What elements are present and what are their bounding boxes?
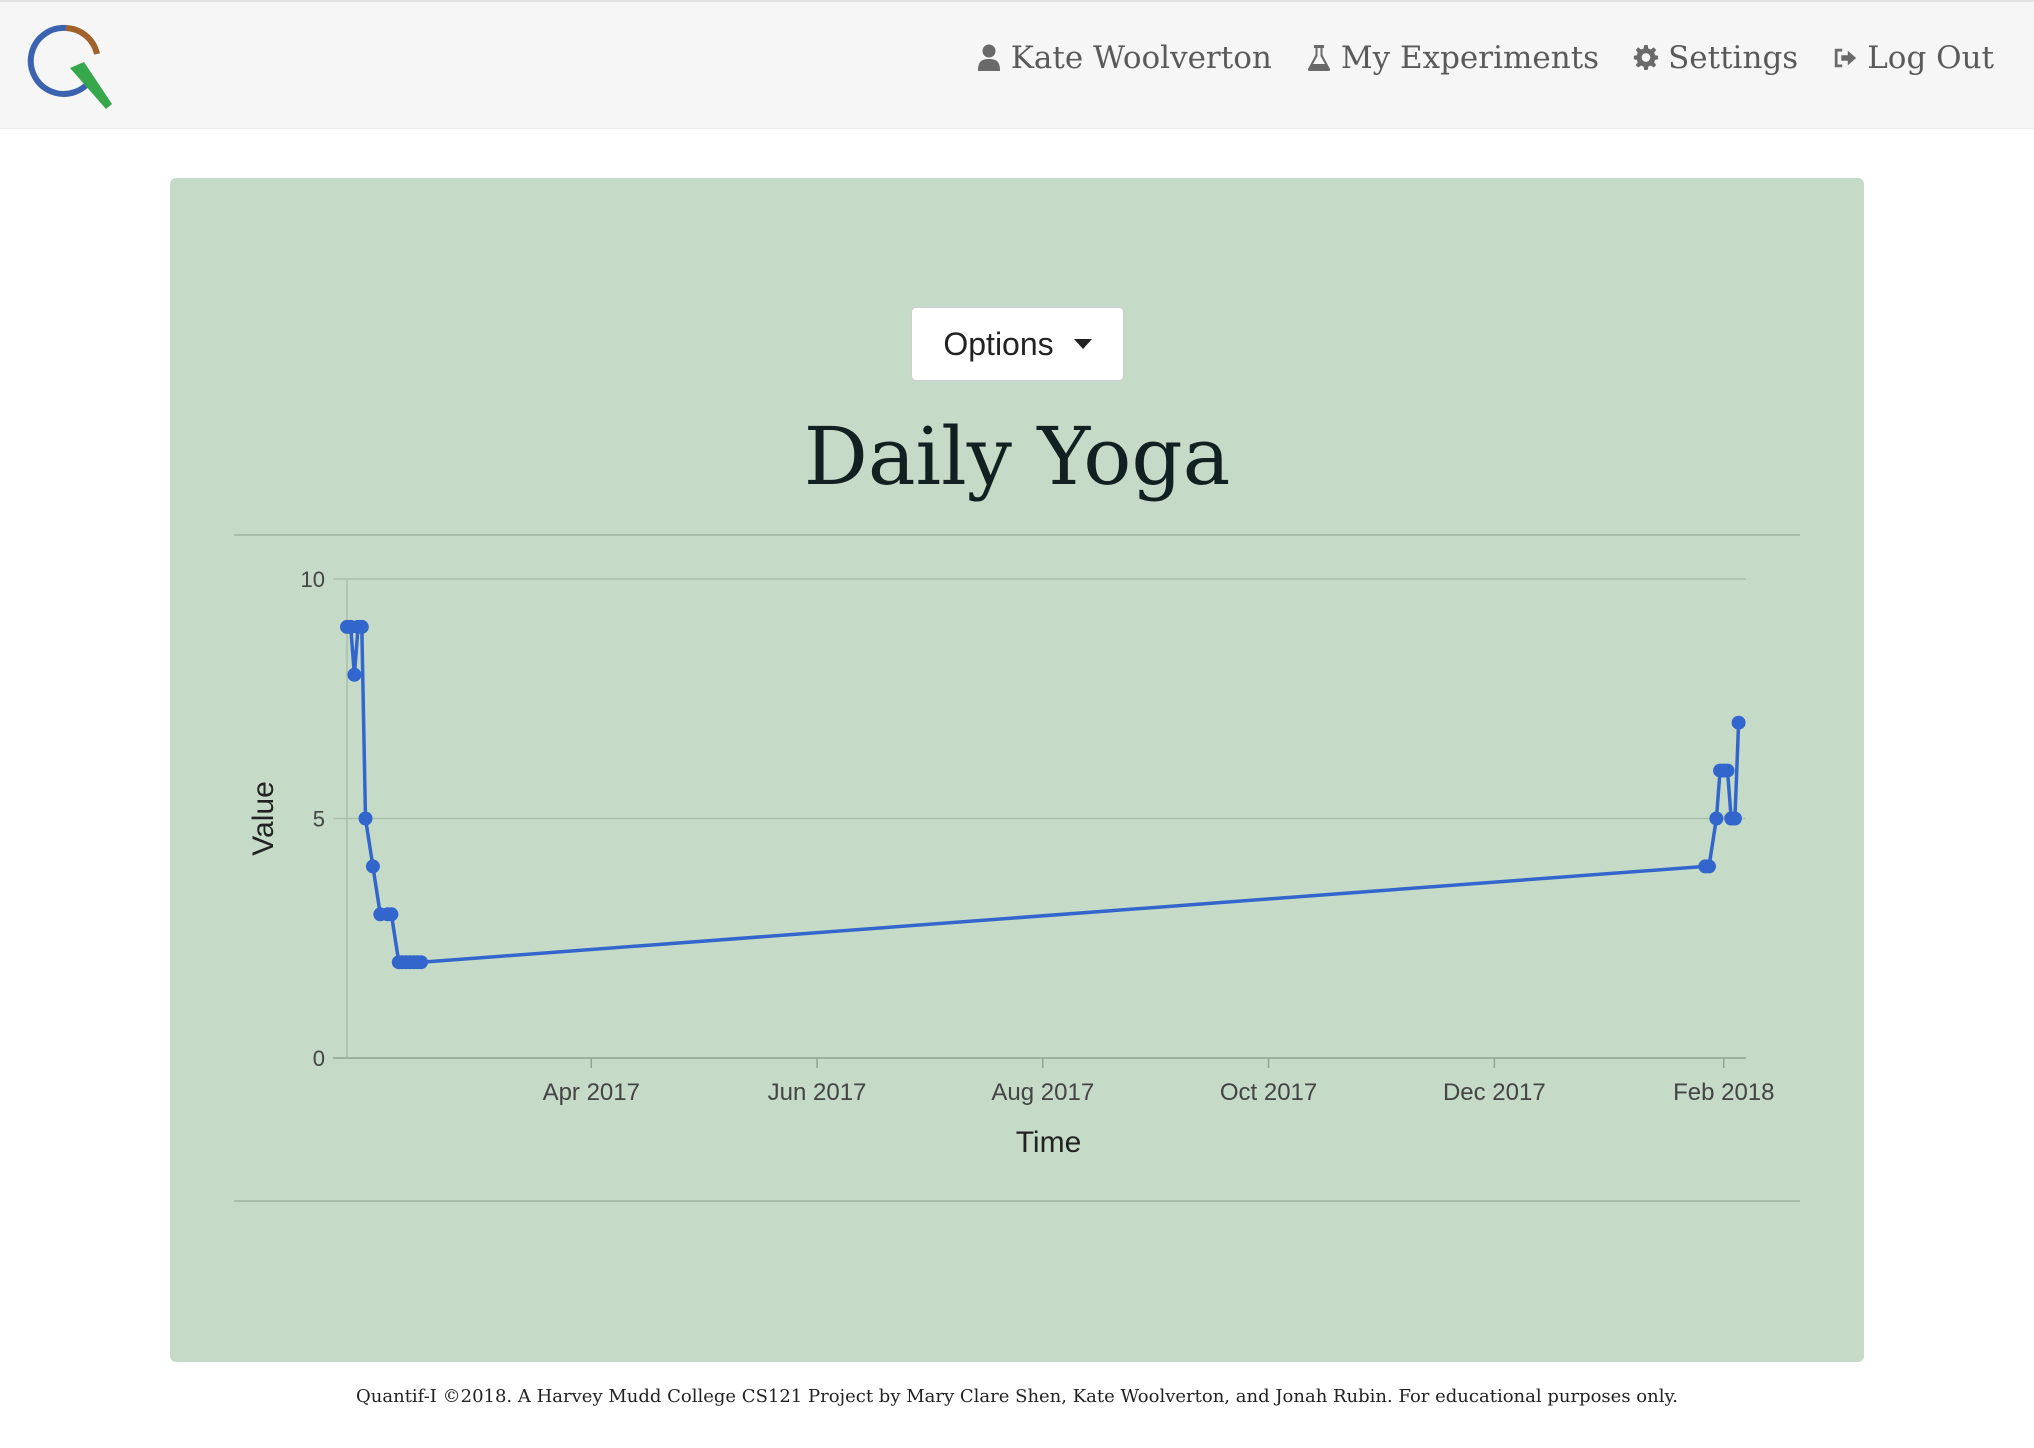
series-line bbox=[347, 625, 1741, 964]
line-chart: 0 5 10 Apr 2017 Jun 2017 Aug 2017 Oct 2017 Dec … bbox=[247, 567, 1775, 1159]
nav-logout-label: Log Out bbox=[1867, 40, 1994, 76]
data-point bbox=[1731, 715, 1746, 730]
quantifi-logo[interactable] bbox=[26, 24, 118, 112]
nav-logout-link[interactable]: Log Out bbox=[1832, 40, 1994, 76]
x-tick-label: Feb 2018 bbox=[1673, 1079, 1774, 1106]
data-point bbox=[1701, 859, 1716, 874]
x-tick-label: Dec 2017 bbox=[1443, 1079, 1546, 1106]
x-tick-label: Apr 2017 bbox=[543, 1079, 640, 1106]
x-tick-label: Aug 2017 bbox=[991, 1079, 1094, 1106]
y-tick-label: 10 bbox=[301, 567, 325, 592]
nav-settings-link[interactable]: Settings bbox=[1633, 40, 1798, 76]
data-point bbox=[1720, 763, 1735, 778]
footer-text: Quantif-I ©2018. A Harvey Mudd College C… bbox=[356, 1386, 1678, 1407]
divider-bottom bbox=[234, 1200, 1800, 1202]
nav-settings-label: Settings bbox=[1668, 40, 1799, 76]
data-point bbox=[347, 667, 362, 682]
user-icon bbox=[977, 44, 1000, 71]
data-point bbox=[365, 859, 380, 874]
nav-user-link[interactable]: Kate Woolverton bbox=[976, 40, 1272, 76]
top-navbar: Kate Woolverton My Experiments Settings … bbox=[0, 0, 2034, 129]
data-point bbox=[358, 811, 373, 826]
data-point bbox=[354, 619, 369, 634]
nav-links: Kate Woolverton My Experiments Settings … bbox=[976, 40, 1994, 76]
x-tick-label: Jun 2017 bbox=[768, 1079, 867, 1106]
nav-user-label: Kate Woolverton bbox=[1010, 40, 1272, 76]
x-axis-title: Time bbox=[1016, 1126, 1082, 1159]
sign-out-icon bbox=[1834, 48, 1857, 68]
x-tick-label: Oct 2017 bbox=[1220, 1079, 1317, 1106]
y-axis-title: Value bbox=[247, 781, 280, 856]
data-point bbox=[1727, 811, 1742, 826]
data-point bbox=[384, 907, 399, 922]
nav-experiments-label: My Experiments bbox=[1340, 40, 1600, 76]
nav-experiments-link[interactable]: My Experiments bbox=[1306, 40, 1599, 76]
experiment-panel: Options Daily Yoga 0 5 10 Apr 2017 Jun 2017 A… bbox=[170, 178, 1864, 1362]
y-tick-label: 5 bbox=[313, 807, 325, 832]
y-tick-label: 0 bbox=[313, 1046, 325, 1071]
flask-icon bbox=[1307, 45, 1330, 71]
data-point bbox=[1709, 811, 1724, 826]
data-point bbox=[414, 955, 429, 970]
gear-icon bbox=[1633, 45, 1659, 71]
